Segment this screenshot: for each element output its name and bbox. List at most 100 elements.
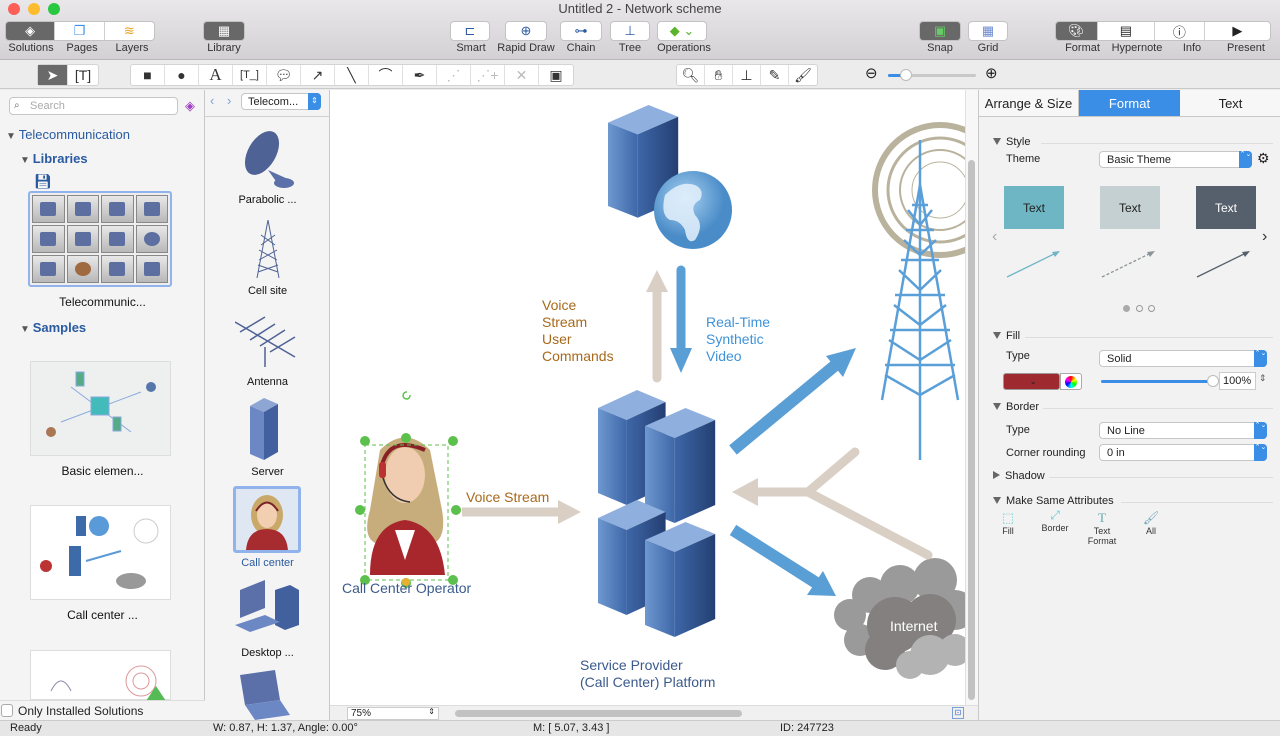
arc-tool[interactable]: ⌒ bbox=[369, 65, 403, 85]
border-type-select[interactable]: No Line bbox=[1099, 422, 1267, 439]
pointer-tool[interactable]: ➤ bbox=[38, 65, 68, 85]
pages-button[interactable]: ❐ bbox=[55, 22, 105, 40]
fill-type-select[interactable]: Solid bbox=[1099, 350, 1267, 367]
desktop-icon[interactable] bbox=[235, 580, 300, 638]
server-icon[interactable] bbox=[248, 398, 288, 460]
server-4[interactable] bbox=[645, 522, 716, 637]
library-item-call-center[interactable] bbox=[233, 486, 301, 553]
theme-swatch-3[interactable]: Text bbox=[1196, 186, 1256, 229]
fill-section-header[interactable]: Fill bbox=[993, 330, 1020, 342]
fill-color-well[interactable]: ⌄ bbox=[1003, 373, 1060, 390]
cell-tower[interactable] bbox=[880, 140, 960, 460]
shadow-section-header[interactable]: Shadow bbox=[993, 470, 1045, 482]
server-2[interactable] bbox=[645, 408, 716, 523]
tree-button[interactable]: ⊥ bbox=[610, 21, 650, 41]
zoom-slider-knob[interactable] bbox=[899, 69, 912, 81]
corner-rounding-select[interactable]: 0 in bbox=[1099, 444, 1267, 461]
tree-item-telecommunication[interactable]: ▼ Telecommunication bbox=[6, 127, 130, 142]
zoom-select[interactable]: 75% ⇕ bbox=[347, 707, 439, 720]
make-same-fill-button[interactable]: ⬚ Fill bbox=[988, 510, 1028, 536]
parabolic-antenna-icon[interactable] bbox=[240, 125, 295, 190]
text-select-tool[interactable]: [T] bbox=[68, 65, 98, 85]
page-dot-1[interactable] bbox=[1123, 305, 1130, 312]
make-same-text-format-button[interactable]: T Text Format bbox=[1082, 510, 1122, 546]
rectangle-tool[interactable]: ■ bbox=[131, 65, 165, 85]
pan-tool[interactable]: ✋︎ bbox=[705, 65, 733, 85]
horizontal-scroll-thumb[interactable] bbox=[455, 710, 742, 717]
info-button[interactable]: ⓘ bbox=[1155, 22, 1205, 40]
library-thumbnail[interactable] bbox=[28, 191, 172, 287]
chevron-left-icon[interactable]: ‹ bbox=[992, 228, 997, 246]
rapid-draw-button[interactable]: ⊕ bbox=[505, 21, 547, 41]
solutions-button[interactable]: ◈ bbox=[6, 22, 56, 40]
cell-site-icon[interactable] bbox=[253, 220, 283, 280]
arrow-tool[interactable]: ↗ bbox=[301, 65, 335, 85]
page-dot-2[interactable] bbox=[1136, 305, 1143, 312]
call-center-operator[interactable] bbox=[367, 437, 445, 576]
make-same-border-button[interactable]: ⤢ Border bbox=[1035, 508, 1075, 533]
hypernote-button[interactable]: ▤ bbox=[1098, 22, 1156, 40]
line-tool[interactable]: ╲ bbox=[335, 65, 369, 85]
library-dropdown[interactable]: Telecom... ⇕ bbox=[241, 93, 321, 110]
border-section-header[interactable]: Border bbox=[993, 401, 1039, 413]
diagram-canvas[interactable]: Voice Stream User Commands Real-Time Synthet… bbox=[330, 90, 965, 705]
opacity-slider[interactable] bbox=[1101, 380, 1211, 383]
color-picker-button[interactable] bbox=[1060, 373, 1082, 390]
grid-button[interactable]: ▦ bbox=[968, 21, 1008, 41]
fit-page-icon[interactable]: ⊡ bbox=[952, 707, 964, 719]
make-same-all-button[interactable]: 🖌︎ All bbox=[1131, 510, 1171, 536]
container-tool[interactable]: ▣ bbox=[539, 65, 573, 85]
tab-text[interactable]: Text bbox=[1180, 90, 1280, 117]
ellipse-tool[interactable]: ● bbox=[165, 65, 199, 85]
opacity-stepper[interactable]: ⇕ bbox=[1259, 373, 1267, 384]
chain-button[interactable]: ⊶ bbox=[560, 21, 602, 41]
zoom-out-icon[interactable]: ⊖ bbox=[865, 64, 878, 82]
vertical-scroll-thumb[interactable] bbox=[968, 160, 975, 700]
page-dot-3[interactable] bbox=[1148, 305, 1155, 312]
save-library-icon[interactable]: 💾︎ bbox=[34, 173, 52, 190]
theme-select[interactable]: Basic Theme bbox=[1099, 151, 1252, 168]
back-button[interactable]: ‹ bbox=[210, 93, 214, 108]
eyedropper-tool[interactable]: ✎ bbox=[761, 65, 789, 85]
pen-tool[interactable]: ✒ bbox=[403, 65, 437, 85]
theme-swatch-1[interactable]: Text bbox=[1004, 186, 1064, 229]
opacity-slider-knob[interactable] bbox=[1207, 375, 1219, 387]
format-painter-tool[interactable]: 🖌︎ bbox=[789, 65, 817, 85]
only-installed-checkbox[interactable] bbox=[1, 704, 13, 717]
zoom-in-icon[interactable]: ⊕ bbox=[985, 64, 998, 82]
present-button[interactable]: ▶ bbox=[1205, 22, 1270, 40]
format-button[interactable]: 🎨︎ bbox=[1056, 22, 1098, 40]
gear-icon[interactable]: ⚙ bbox=[1257, 150, 1270, 167]
library-button[interactable]: ▦ bbox=[203, 21, 245, 41]
zoom-slider[interactable] bbox=[888, 69, 976, 81]
zoom-tool[interactable]: 🔍︎ bbox=[677, 65, 705, 85]
antenna-icon[interactable] bbox=[235, 312, 300, 367]
connector-style-previews[interactable] bbox=[1004, 245, 1274, 280]
text-tool[interactable]: A bbox=[199, 65, 233, 85]
sample-thumbnail-call-center[interactable] bbox=[30, 505, 171, 600]
forward-button[interactable]: › bbox=[227, 93, 231, 108]
solutions-browser-icon[interactable]: ◈ bbox=[185, 98, 195, 114]
tab-arrange-size[interactable]: Arrange & Size bbox=[979, 90, 1079, 117]
opacity-input[interactable]: 100% bbox=[1219, 372, 1256, 390]
edit-points-tool[interactable]: ⋰ bbox=[437, 65, 471, 85]
sample-thumbnail-basic[interactable] bbox=[30, 361, 171, 456]
arrow-to-tower[interactable] bbox=[729, 358, 842, 455]
make-same-section-header[interactable]: Make Same Attributes bbox=[993, 495, 1114, 507]
vertical-scrollbar[interactable] bbox=[965, 90, 978, 705]
snap-button[interactable]: ▣ bbox=[919, 21, 961, 41]
chevron-right-icon[interactable]: › bbox=[1262, 228, 1267, 246]
arrow-to-internet[interactable] bbox=[729, 524, 822, 590]
style-section-header[interactable]: Style bbox=[993, 136, 1030, 148]
tree-item-libraries[interactable]: ▼ Libraries bbox=[20, 151, 88, 166]
add-point-tool[interactable]: ⋰+ bbox=[471, 65, 505, 85]
delete-point-tool[interactable]: ✕ bbox=[505, 65, 539, 85]
tree-item-samples[interactable]: ▼ Samples bbox=[20, 320, 86, 335]
text-box-tool[interactable]: [T_] bbox=[233, 65, 267, 85]
layers-button[interactable]: ≋ bbox=[105, 22, 154, 40]
theme-swatch-2[interactable]: Text bbox=[1100, 186, 1160, 229]
laptop-icon[interactable] bbox=[235, 670, 295, 720]
tab-format[interactable]: Format bbox=[1079, 90, 1180, 117]
search-input[interactable]: Search bbox=[9, 97, 178, 115]
callout-tool[interactable]: 💬︎ bbox=[267, 65, 301, 85]
